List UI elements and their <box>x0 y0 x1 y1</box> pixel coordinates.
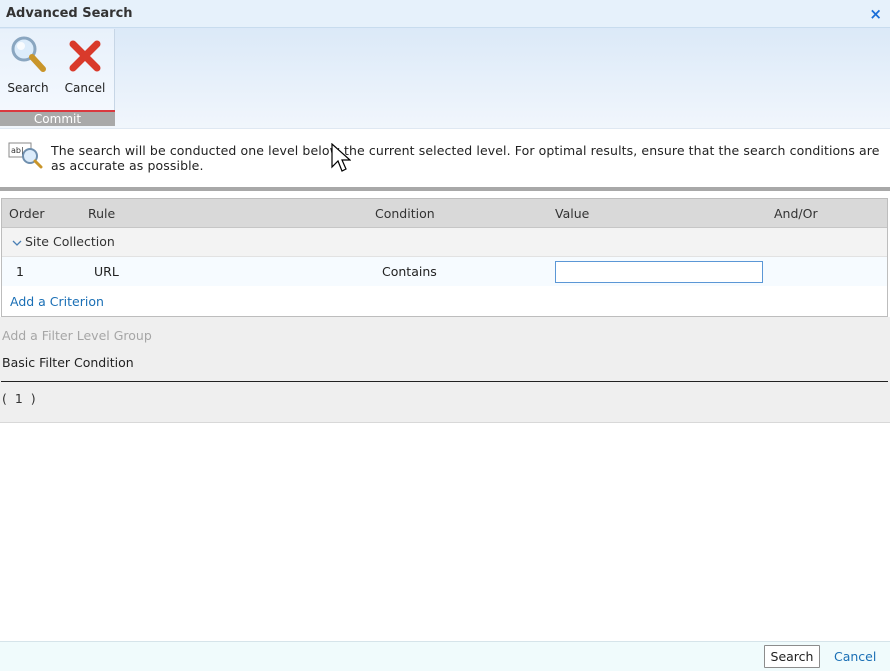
header-rule: Rule <box>88 206 116 221</box>
table-row: 1 URL Contains <box>2 257 887 286</box>
dialog-footer: Search Cancel <box>0 641 890 671</box>
value-input[interactable] <box>555 261 763 283</box>
red-x-icon <box>69 40 101 72</box>
footer-cancel-link[interactable]: Cancel <box>834 649 876 664</box>
mouse-cursor-icon <box>331 143 351 172</box>
ribbon: Search Cancel Commit <box>0 28 890 129</box>
ribbon-search-label: Search <box>7 81 49 95</box>
group-label: Site Collection <box>25 234 115 249</box>
chevron-down-icon[interactable] <box>11 235 23 249</box>
header-and-or: And/Or <box>774 206 818 221</box>
magnifier-icon <box>11 36 46 72</box>
filter-divider <box>1 381 888 382</box>
ribbon-cancel-label: Cancel <box>64 81 106 95</box>
ribbon-search-button[interactable]: Search <box>2 34 54 104</box>
header-value: Value <box>555 206 590 221</box>
filter-expression[interactable]: ( 1 ) <box>2 391 38 406</box>
dialog-title: Advanced Search <box>6 6 133 21</box>
dialog-titlebar: Advanced Search × <box>0 0 890 28</box>
add-filter-group-link: Add a Filter Level Group <box>2 328 152 343</box>
text-search-icon: ab| <box>8 142 43 169</box>
info-text: The search will be conducted one level b… <box>51 143 880 173</box>
divider <box>0 187 890 191</box>
cell-rule[interactable]: URL <box>94 264 119 279</box>
header-order: Order <box>9 206 45 221</box>
svg-text:ab|: ab| <box>11 146 24 155</box>
filter-area: Add a Filter Level Group Basic Filter Co… <box>0 317 890 423</box>
commit-group-label: Commit <box>0 110 115 126</box>
basic-filter-condition-label: Basic Filter Condition <box>2 355 134 370</box>
add-criterion-link[interactable]: Add a Criterion <box>10 294 104 309</box>
ribbon-cancel-button[interactable]: Cancel <box>59 34 111 104</box>
criteria-grid: Order Rule Condition Value And/Or Site C… <box>1 198 888 317</box>
info-banner: ab| The search will be conducted one lev… <box>0 129 890 187</box>
grid-header: Order Rule Condition Value And/Or <box>2 199 887 228</box>
cell-order: 1 <box>16 264 24 279</box>
close-icon[interactable]: × <box>869 5 882 23</box>
footer-search-button[interactable]: Search <box>764 645 820 668</box>
commit-group: Search Cancel Commit <box>0 29 115 126</box>
cell-condition[interactable]: Contains <box>382 264 437 279</box>
group-row-site-collection[interactable]: Site Collection <box>2 228 887 257</box>
header-condition: Condition <box>375 206 435 221</box>
